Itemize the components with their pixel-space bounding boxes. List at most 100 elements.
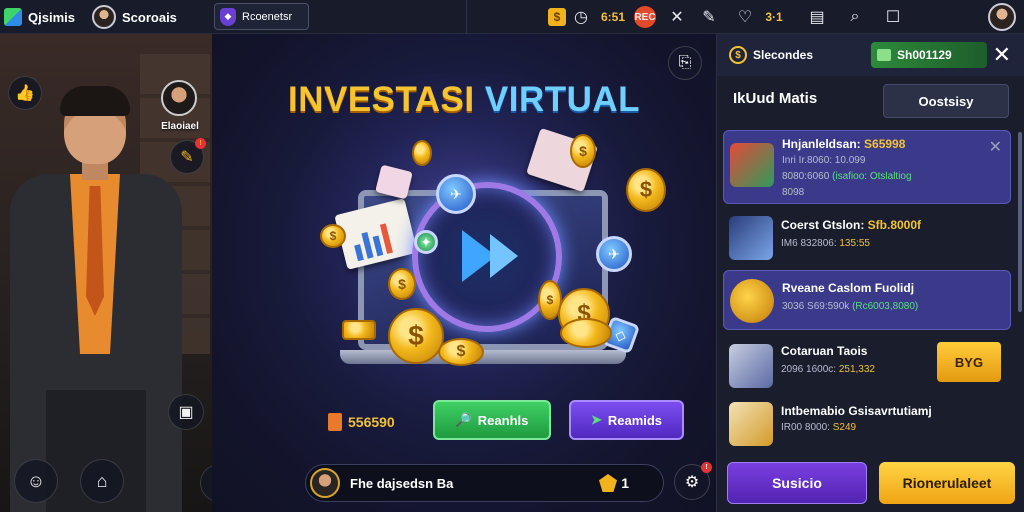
user-menu[interactable]: Scoroais bbox=[92, 4, 177, 30]
rionerulaleet-button[interactable]: Rionerulaleet bbox=[879, 462, 1015, 504]
maximize-icon[interactable]: ☐ bbox=[881, 5, 905, 29]
reanhls-button[interactable]: 🔎 Reanhls bbox=[433, 400, 551, 440]
users-icon[interactable]: ☺ bbox=[14, 459, 58, 503]
item-detail-text: IR00 8000: bbox=[781, 422, 833, 433]
coin-bag-icon bbox=[730, 279, 774, 323]
clock-icon[interactable]: ◷ bbox=[569, 5, 593, 29]
balance-value: 556590 bbox=[348, 414, 395, 430]
share-icon[interactable]: ⎘ bbox=[668, 46, 702, 80]
hearts-count: 3·1 bbox=[765, 10, 783, 24]
plane-icon: ✈ bbox=[436, 174, 476, 214]
top-bar: Qjsimis Scoroais ◆ Rcoenetsr $ ◷ 6:51 RE… bbox=[0, 0, 1024, 34]
item-detail-text: 2096 1600c: bbox=[781, 364, 839, 375]
search-value: Rcoenetsr bbox=[242, 10, 293, 23]
profile-avatar[interactable] bbox=[988, 3, 1016, 31]
close-icon[interactable]: ✕ bbox=[989, 137, 1002, 157]
search-icon[interactable]: ⌕ bbox=[843, 5, 867, 29]
coin-balance: $ Slecondes bbox=[729, 44, 813, 66]
reanhls-label: Reanhls bbox=[477, 412, 529, 428]
list-item[interactable]: Coerst Gtslon: Sfb.8000f IM6 832806: 135… bbox=[723, 210, 1011, 266]
gift-box-icon bbox=[730, 143, 774, 187]
shop-icon[interactable]: ▣ bbox=[168, 394, 204, 430]
cash-balance[interactable]: Sh001129 bbox=[871, 42, 987, 68]
item-price: Sfb.8000f bbox=[867, 218, 922, 232]
toolbar-icons: $ ◷ 6:51 REC ✕ ✎ ♡ 3·1 ▤ ⌕ ☐ bbox=[545, 5, 905, 29]
scrollbar[interactable] bbox=[1018, 132, 1022, 312]
panel-title: IkUud Matis bbox=[733, 90, 818, 107]
wrench-icon[interactable]: ✎ bbox=[697, 5, 721, 29]
coin-icon: $ bbox=[388, 268, 416, 300]
coin-icon: $ bbox=[729, 46, 747, 64]
cash-value: Sh001129 bbox=[897, 48, 952, 62]
item-name: Rveane Caslom Fuolidj bbox=[782, 281, 915, 295]
gift-count: 1 bbox=[621, 475, 629, 491]
coin-icon bbox=[412, 140, 432, 166]
coin-icon: $ bbox=[388, 308, 444, 364]
app-title[interactable]: Qjsimis bbox=[4, 6, 75, 28]
close-icon[interactable]: ✕ bbox=[665, 5, 689, 29]
shop-panel: $ Slecondes Sh001129 ✕ IkUud Matis Oosts… bbox=[716, 34, 1024, 512]
balance: 556590 bbox=[328, 411, 395, 433]
item-detail: IM6 832806: 135:55 bbox=[781, 238, 870, 249]
search-icon: 🔎 bbox=[455, 412, 472, 427]
close-icon[interactable]: ✕ bbox=[993, 42, 1011, 68]
shield-icon: ◆ bbox=[220, 7, 236, 26]
record-button[interactable]: REC bbox=[633, 5, 657, 29]
fast-forward-icon bbox=[490, 234, 518, 278]
item-detail-value: 251,332 bbox=[838, 364, 875, 375]
panel-title-row: IkUud Matis Oostsisy bbox=[725, 82, 1017, 120]
coin-count: 6:51 bbox=[600, 10, 626, 24]
document-icon bbox=[729, 402, 773, 446]
tab-oostsisy[interactable]: Oostsisy bbox=[883, 84, 1009, 118]
item-name: Cotaruan Taois bbox=[781, 344, 868, 358]
coin-label: Slecondes bbox=[753, 48, 814, 62]
wallet-icon bbox=[328, 413, 342, 431]
gold-bar-icon bbox=[342, 320, 376, 340]
divider bbox=[466, 0, 467, 34]
page-title: INVESTASI VIRTUAL bbox=[212, 80, 716, 120]
host-video: Elaoiael 👍 ✎! ▣ ☺ ⌂ ⌘! bbox=[0, 34, 212, 512]
host-name: Elaoiael bbox=[161, 121, 199, 132]
chat-avatar bbox=[310, 468, 340, 498]
settings-icon[interactable]: ⚙! bbox=[674, 462, 712, 500]
host-avatar[interactable] bbox=[161, 80, 197, 116]
notification-badge: ! bbox=[701, 462, 712, 473]
item-detail-value: (isafioo: Otslaltiog bbox=[832, 171, 912, 182]
item-detail: 3036 S69:590k (Rc6003,8080) bbox=[782, 301, 918, 312]
gift-icon[interactable]: ✎! bbox=[170, 138, 206, 174]
gift-icon[interactable] bbox=[599, 474, 617, 492]
item-detail-value: 135:55 bbox=[839, 238, 870, 249]
trash-icon[interactable]: ⌂ bbox=[80, 459, 124, 503]
plane-icon: ✈ bbox=[596, 236, 632, 272]
buy-button[interactable]: BYG bbox=[937, 342, 1001, 382]
heart-icon[interactable]: ♡ bbox=[733, 5, 757, 29]
reamids-button[interactable]: ➤ Reamids bbox=[569, 400, 684, 440]
item-name-text: Hnjanleldsan: bbox=[782, 137, 865, 151]
susicio-button[interactable]: Susicio bbox=[727, 462, 867, 504]
coin-icon: $ bbox=[320, 224, 346, 248]
chat-text: Fhe dajsedsn Ba bbox=[350, 475, 454, 491]
item-detail: 8098 bbox=[782, 187, 805, 198]
list-item[interactable]: Hnjanleldsan: S65998 Inri Ir.8060: 10.09… bbox=[723, 130, 1011, 204]
window-icon[interactable]: ▤ bbox=[805, 5, 829, 29]
lamp-icon bbox=[729, 216, 773, 260]
item-price: S65998 bbox=[864, 137, 906, 151]
list-item[interactable]: Intbemabio Gsisavrtutiamj IR00 8000: S24… bbox=[723, 398, 1011, 454]
thumbs-up-icon[interactable]: 👍 bbox=[8, 76, 42, 110]
host-figure bbox=[6, 86, 186, 512]
box-icon bbox=[729, 344, 773, 388]
title-part-2: VIRTUAL bbox=[484, 80, 641, 119]
item-name: Hnjanleldsan: S65998 bbox=[782, 137, 905, 151]
coin-icon-button[interactable]: $ bbox=[545, 5, 569, 29]
search-field[interactable]: ◆ Rcoenetsr bbox=[214, 3, 309, 30]
item-name-text: Coerst Gtslon: bbox=[781, 218, 868, 232]
game-icon[interactable]: ⌘! bbox=[200, 464, 212, 502]
user-name: Scoroais bbox=[122, 9, 177, 25]
item-detail-value: S249 bbox=[832, 422, 857, 433]
list-item[interactable]: Rveane Caslom Fuolidj 3036 S69:590k (Rc6… bbox=[723, 270, 1011, 330]
leaf-icon: ✦ bbox=[414, 230, 438, 254]
chat-bar[interactable]: Fhe dajsedsn Ba 1 bbox=[305, 464, 664, 502]
item-detail: IR00 8000: S249 bbox=[781, 422, 856, 433]
cash-icon bbox=[877, 49, 891, 61]
cube-logo-icon bbox=[4, 8, 22, 26]
